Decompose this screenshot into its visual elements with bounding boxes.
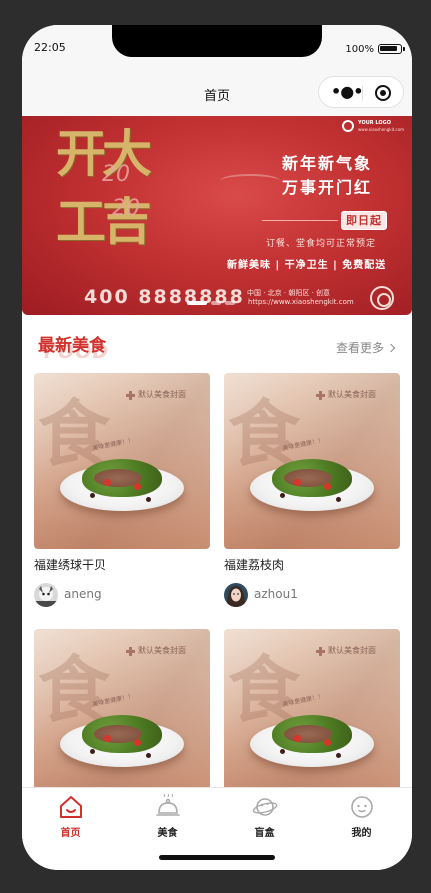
tab-food[interactable]: 美食: [119, 788, 216, 848]
plus-icon: [126, 647, 135, 656]
banner-website: https://www.xiaoshengkit.com: [248, 298, 354, 306]
plus-icon: [316, 647, 325, 656]
food-card[interactable]: 食 默认美食封面 美味更健康！！ 福建荔枝肉 azhou1: [224, 373, 400, 613]
carousel-dot[interactable]: [225, 301, 235, 305]
banner-address: 中国 · 北京 · 朝阳区 · 创意: [247, 289, 331, 297]
capsule-divider: [362, 85, 363, 101]
default-cover-label: 默认美食封面: [328, 390, 376, 399]
food-cover-image[interactable]: 食 默认美食封面 美味更健康！！: [224, 629, 400, 787]
promo-banner[interactable]: 开大 工吉 20 20 YOUR LOGO www.xiaoshengkit.c…: [22, 116, 412, 315]
default-cover-label: 默认美食封面: [138, 646, 186, 655]
carousel-dot-active[interactable]: [187, 301, 207, 305]
home-icon: [60, 796, 82, 818]
food-name: 福建荔枝肉: [224, 558, 285, 572]
banner-headline-2: 万事开门红: [282, 178, 373, 197]
miniprogram-capsule: •●•: [318, 76, 404, 108]
banner-order-note: 订餐、堂食均可正常预定: [266, 239, 377, 249]
device-notch: [112, 25, 322, 57]
tab-blindbox-label: 盲盒: [254, 828, 275, 839]
phone-screen: 22:05 100% 首页 •●• 开大 工吉 20 20 YOUR LOGO …: [22, 25, 412, 870]
more-options-icon[interactable]: •●•: [331, 84, 363, 100]
tab-home[interactable]: 首页: [22, 788, 119, 848]
carousel-dot[interactable]: [211, 301, 221, 305]
tab-mine-label: 我的: [351, 828, 372, 839]
navigation-bar: 首页 •●•: [22, 69, 412, 117]
banner-divider: [262, 220, 338, 221]
face-icon: [351, 796, 373, 818]
banner-year-2: 20: [112, 196, 140, 221]
cloche-icon: [156, 794, 180, 816]
banner-phone: 400 8888888: [84, 286, 245, 308]
author-name: aneng: [64, 587, 102, 601]
decorative-swirl: [220, 174, 280, 188]
food-cover-image[interactable]: 食 默认美食封面 美味更健康！！: [224, 373, 400, 549]
close-miniprogram-icon[interactable]: [375, 85, 391, 101]
banner-headline-1: 新年新气象: [282, 154, 373, 173]
home-indicator[interactable]: [159, 855, 275, 860]
section-header: FOOD 最新美食 查看更多: [22, 325, 412, 365]
tab-food-label: 美食: [157, 828, 178, 839]
planet-icon: [252, 798, 278, 816]
default-cover-label: 默认美食封面: [328, 646, 376, 655]
banner-year-1: 20: [102, 162, 130, 187]
battery-icon: [378, 44, 405, 54]
view-more-label: 查看更多: [335, 341, 384, 355]
food-name: 福建绣球干贝: [34, 558, 107, 572]
avatar[interactable]: [34, 583, 58, 607]
food-cover-image[interactable]: 食 默认美食封面 美味更健康！！: [34, 629, 210, 787]
chevron-right-icon: [386, 343, 396, 353]
logo-icon: [342, 120, 354, 132]
battery-percent: 100%: [345, 44, 374, 55]
food-card[interactable]: 食 默认美食封面 美味更健康！！ 福建绣球干贝 aneng: [34, 373, 210, 613]
status-time: 22:05: [34, 41, 66, 54]
tab-home-label: 首页: [60, 828, 81, 839]
tab-blindbox[interactable]: 盲盒: [216, 788, 313, 848]
section-title: 最新美食: [38, 336, 106, 356]
food-card[interactable]: 食 默认美食封面 美味更健康！！: [224, 629, 400, 787]
banner-logo-sub: www.xiaoshengkit.com: [358, 127, 405, 132]
plus-icon: [316, 391, 325, 400]
plus-icon: [126, 391, 135, 400]
tab-mine[interactable]: 我的: [313, 788, 410, 848]
avatar[interactable]: [224, 583, 248, 607]
food-cover-image[interactable]: 食 默认美食封面 美味更健康！！: [34, 373, 210, 549]
banner-logo-text: YOUR LOGO: [358, 120, 391, 126]
default-cover-label: 默认美食封面: [138, 390, 186, 399]
view-more-link[interactable]: 查看更多: [335, 339, 396, 356]
author-name: azhou1: [254, 587, 298, 601]
food-card[interactable]: 食 默认美食封面 美味更健康！！: [34, 629, 210, 787]
banner-badge: 即日起: [341, 211, 387, 230]
qr-code-icon: [370, 286, 394, 310]
banner-tags: 新鲜美味 | 干净卫生 | 免费配送: [227, 260, 387, 271]
